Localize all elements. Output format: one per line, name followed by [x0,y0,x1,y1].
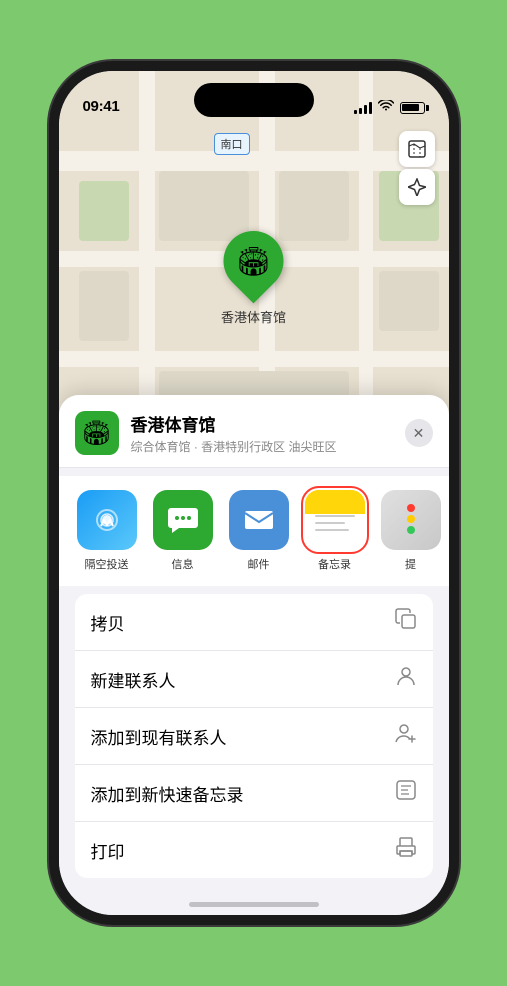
map-type-button[interactable] [399,131,435,167]
share-item-mail[interactable]: 邮件 [227,490,291,572]
action-list: 拷贝 新建联系人 添 [75,594,433,878]
action-print-label: 打印 [91,838,125,863]
share-item-airdrop[interactable]: 隔空投送 [75,490,139,572]
airdrop-label: 隔空投送 [85,556,129,572]
share-item-notes[interactable]: 备忘录 [303,490,367,572]
notes-label: 备忘录 [318,556,351,572]
notes-icon [305,490,365,550]
action-print[interactable]: 打印 [75,822,433,878]
copy-icon [395,608,417,636]
action-add-contact[interactable]: 添加到现有联系人 [75,708,433,765]
pin-label: 香港体育馆 [221,307,286,326]
message-icon [153,490,213,550]
more-label: 提 [405,556,416,572]
action-new-contact[interactable]: 新建联系人 [75,651,433,708]
action-copy[interactable]: 拷贝 [75,594,433,651]
share-item-message[interactable]: 信息 [151,490,215,572]
action-quick-note[interactable]: 添加到新快速备忘录 [75,765,433,822]
pin-icon: 🏟 [211,219,296,304]
map-entrance-label: 南口 [214,133,250,155]
location-button[interactable] [399,169,435,205]
action-new-contact-label: 新建联系人 [91,667,176,692]
action-add-contact-label: 添加到现有联系人 [91,724,227,749]
stadium-pin[interactable]: 🏟 香港体育馆 [221,231,286,326]
place-info: 香港体育馆 综合体育馆 · 香港特别行政区 油尖旺区 [131,411,393,455]
status-time: 09:41 [83,98,120,115]
action-quick-note-label: 添加到新快速备忘录 [91,781,244,806]
share-row: 隔空投送 信息 [59,476,449,586]
signal-icon [354,102,372,114]
action-copy-label: 拷贝 [91,610,125,635]
mail-icon [229,490,289,550]
place-header: 🏟 香港体育馆 综合体育馆 · 香港特别行政区 油尖旺区 ✕ [59,395,449,468]
place-icon: 🏟 [75,411,119,455]
airdrop-icon [77,490,137,550]
person-icon [395,665,417,693]
dynamic-island [194,83,314,117]
more-icon [381,490,441,550]
mail-label: 邮件 [248,556,270,572]
person-add-icon [395,722,417,750]
message-label: 信息 [172,556,194,572]
battery-icon [400,102,425,114]
place-name: 香港体育馆 [131,411,393,436]
map-controls [399,131,435,205]
note-icon [395,779,417,807]
wifi-icon [378,100,394,115]
home-indicator [189,902,319,907]
place-subtitle: 综合体育馆 · 香港特别行政区 油尖旺区 [131,438,393,455]
status-icons [354,100,425,115]
share-item-more[interactable]: 提 [379,490,443,572]
bottom-sheet: 🏟 香港体育馆 综合体育馆 · 香港特别行政区 油尖旺区 ✕ [59,395,449,915]
close-button[interactable]: ✕ [405,419,433,447]
print-icon [395,836,417,864]
